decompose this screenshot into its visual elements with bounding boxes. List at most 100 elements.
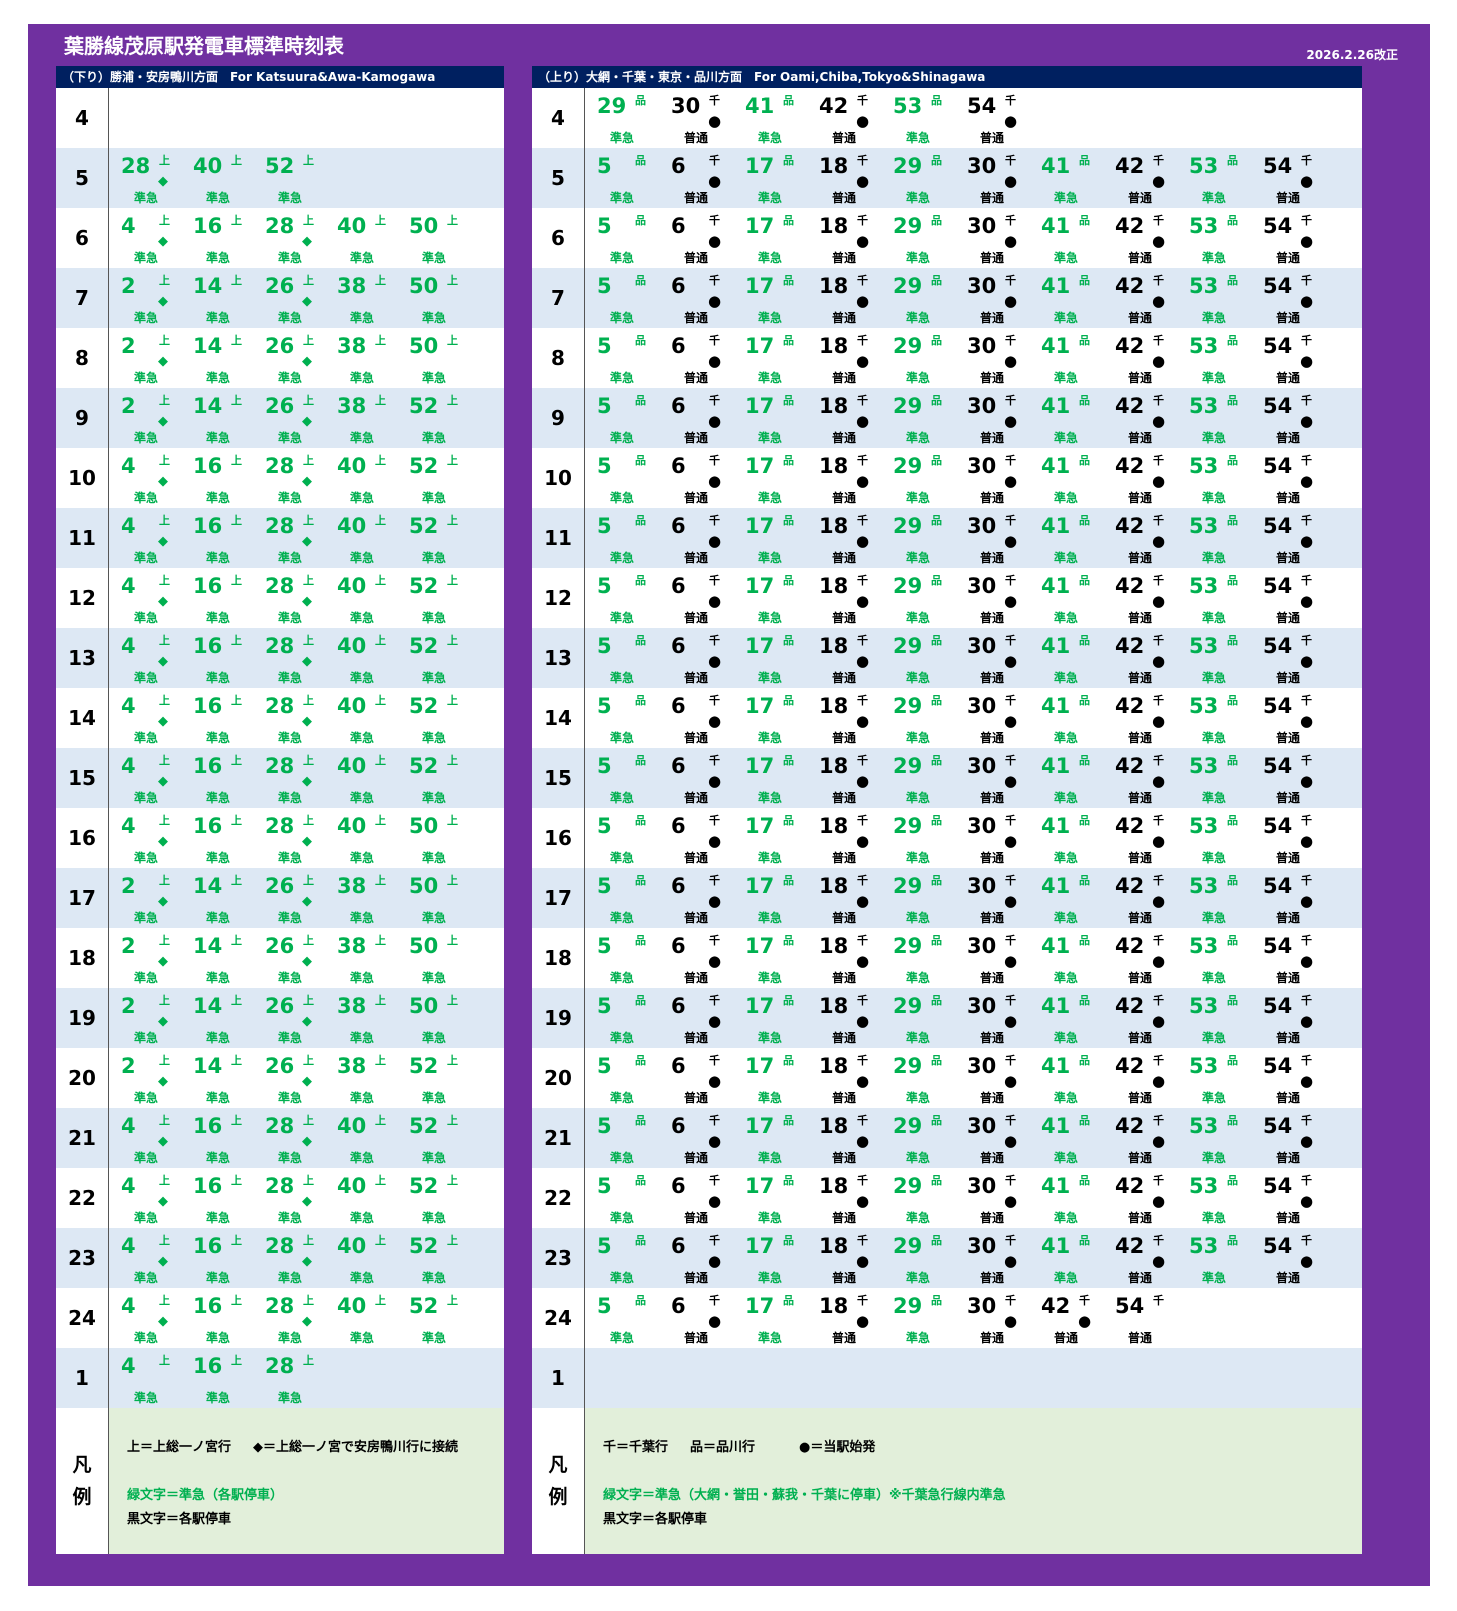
departure: 53 品準急 [1177,508,1253,568]
departure: 29 品準急 [881,1288,957,1348]
departure-minute: 4 [121,1174,136,1198]
departure: 6 千 ● 普通 [659,1048,735,1108]
departure: 54 千 ● 普通 [1251,1108,1327,1168]
destination-mark: 上 [303,874,314,887]
departure-minute: 54 [1263,694,1293,718]
train-type: 準急 [610,371,635,385]
train-type: 準急 [610,311,635,325]
destination-mark: 千 [1153,214,1164,227]
train-type: 準急 [278,1391,303,1405]
departure-minute: 40 [337,634,367,658]
train-type: 準急 [610,491,635,505]
connection-diamond-icon: ◆ [158,654,168,669]
destination-mark: 千 [709,1114,720,1127]
origin-dot-icon: ● [708,472,722,490]
departure: 18 千 ● 普通 [807,868,883,928]
departure: 30 千 ● 普通 [955,748,1031,808]
departure-minute: 41 [1041,334,1071,358]
train-type: 普通 [832,131,857,145]
departure: 30 千 ● 普通 [955,1108,1031,1168]
destination-mark: 上 [447,574,458,587]
departure-minute: 17 [745,394,775,418]
departure-minute: 53 [1189,874,1219,898]
origin-dot-icon: ● [1300,1012,1314,1030]
destination-mark: 品 [1227,994,1238,1007]
destination-mark: 千 [857,514,868,527]
departure-minute: 5 [597,754,612,778]
train-type: 普通 [1128,671,1153,685]
hour-row: 23 5 品準急 6 千 ● 普通 17 品準急 18 千 ● 普通 29 品準急 30 千 ● 普通 41 品準急 42… [532,1228,1362,1288]
departure-minute: 29 [893,574,923,598]
departure: 53 品準急 [1177,208,1253,268]
destination-mark: 品 [783,514,794,527]
hour-label: 24 [532,1288,585,1348]
destination-mark: 品 [1227,634,1238,647]
train-type: 準急 [1054,491,1079,505]
departure-minute: 26 [265,334,295,358]
departure-minute: 16 [193,514,223,538]
train-type: 準急 [758,1331,783,1345]
train-type: 準急 [1202,971,1227,985]
hour-label: 12 [532,568,585,628]
destination-mark: 上 [447,514,458,527]
destination-mark: 上 [375,1114,386,1127]
departure-minute: 41 [1041,934,1071,958]
departure: 4 上 ◆ 準急 [109,1168,185,1228]
origin-dot-icon: ● [1004,412,1018,430]
departure-minute: 18 [819,1234,849,1258]
departure-minute: 42 [1115,274,1145,298]
destination-mark: 千 [1153,274,1164,287]
train-type: 準急 [350,971,375,985]
train-type: 普通 [980,611,1005,625]
departure: 50 上準急 [397,928,473,988]
departure-minute: 52 [409,1114,439,1138]
train-type: 普通 [832,1031,857,1045]
departure-minute: 14 [193,934,223,958]
destination-mark: 品 [635,1054,646,1067]
destination-mark: 千 [1005,94,1016,107]
departure: 38 上準急 [325,328,401,388]
hour-row: 12 5 品準急 6 千 ● 普通 17 品準急 18 千 ● 普通 29 品準急 30 千 ● 普通 41 品準急 42… [532,568,1362,628]
train-type: 準急 [206,431,231,445]
destination-mark: 品 [931,1234,942,1247]
departure: 42 千 ● 普通 [1103,148,1179,208]
destination-mark: 上 [303,1354,314,1367]
hour-row: 22 4 上 ◆ 準急 16 上準急 28 上 ◆ 準急 40 上準急 52 上準急 [56,1168,504,1228]
destination-mark: 千 [1301,334,1312,347]
departure-minute: 17 [745,514,775,538]
origin-dot-icon: ● [856,1132,870,1150]
origin-dot-icon: ● [1300,592,1314,610]
departure: 40 上準急 [325,1168,401,1228]
departure: 54 千 ● 普通 [1251,1228,1327,1288]
hour-label: 23 [532,1228,585,1288]
departure: 52 上準急 [397,628,473,688]
train-type: 準急 [1054,191,1079,205]
departure-minute: 18 [819,1174,849,1198]
destination-mark: 上 [303,754,314,767]
departure-minute: 42 [1115,454,1145,478]
destination-mark: 千 [1301,874,1312,887]
departure: 54 千 ● 普通 [1251,748,1327,808]
departure-minute: 29 [893,1234,923,1258]
train-type: 普通 [832,491,857,505]
departure-minute: 42 [1041,1294,1071,1318]
destination-mark: 品 [931,634,942,647]
destination-mark: 上 [231,1354,242,1367]
departure-minute: 52 [265,154,295,178]
destination-mark: 品 [1227,1054,1238,1067]
train-type: 普通 [1128,1091,1153,1105]
departure: 53 品準急 [1177,988,1253,1048]
hour-row: 19 5 品準急 6 千 ● 普通 17 品準急 18 千 ● 普通 29 品準急 30 千 ● 普通 41 品準急 42… [532,988,1362,1048]
hour-row: 19 2 上 ◆ 準急 14 上準急 26 上 ◆ 準急 38 上準急 50 上準急 [56,988,504,1048]
departure-minute: 18 [819,994,849,1018]
departure-minute: 6 [671,154,686,178]
hour-label: 1 [56,1348,109,1408]
departure-minute: 16 [193,1234,223,1258]
train-type: 準急 [134,1271,159,1285]
train-type: 準急 [422,551,447,565]
departure: 29 品準急 [881,928,957,988]
origin-dot-icon: ● [1004,532,1018,550]
destination-mark: 品 [931,514,942,527]
departure: 42 千 ● 普通 [1103,928,1179,988]
train-type: 準急 [758,671,783,685]
